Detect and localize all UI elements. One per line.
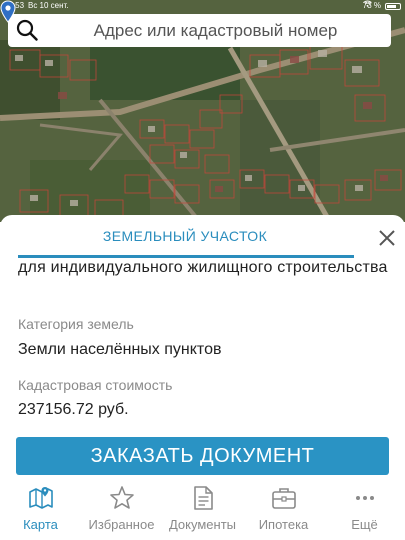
land-category-value: Земли населённых пунктов bbox=[18, 341, 222, 358]
status-bar: 22:53 Вс 10 сент. 73 % bbox=[0, 0, 405, 12]
battery-icon bbox=[385, 2, 401, 10]
cadastral-cost-value: 237156.72 руб. bbox=[18, 401, 129, 418]
order-document-button[interactable]: ЗАКАЗАТЬ ДОКУМЕНТ bbox=[16, 437, 389, 475]
search-bar[interactable] bbox=[8, 14, 391, 47]
tab-label: Документы bbox=[168, 517, 236, 532]
tab-label: Избранное bbox=[88, 517, 155, 532]
search-icon[interactable] bbox=[16, 19, 38, 41]
star-icon bbox=[109, 486, 134, 509]
land-category-label: Категория земель bbox=[18, 316, 134, 332]
location-pin-icon[interactable] bbox=[0, 0, 16, 24]
tab-bar: Карта Избранное Документы Ипотека Ещё bbox=[0, 480, 405, 540]
sheet-title: ЗЕМЕЛЬНЫЙ УЧАСТОК bbox=[102, 228, 268, 244]
status-right: 73 % bbox=[363, 0, 401, 12]
tab-more[interactable]: Ещё bbox=[324, 484, 405, 532]
tab-label: Ипотека bbox=[258, 517, 309, 532]
map-icon bbox=[28, 487, 53, 509]
close-icon[interactable] bbox=[376, 227, 398, 249]
tab-documents[interactable]: Документы bbox=[162, 484, 243, 532]
tab-mortgage[interactable]: Ипотека bbox=[243, 484, 324, 532]
tab-label: Ещё bbox=[351, 517, 378, 532]
wifi-icon bbox=[362, 0, 372, 7]
tab-map[interactable]: Карта bbox=[0, 484, 81, 532]
search-input[interactable] bbox=[48, 14, 383, 47]
permitted-use-text: для индивидуального жилищного строительс… bbox=[18, 259, 388, 276]
more-icon bbox=[355, 496, 374, 500]
satellite-map[interactable]: 22:53 Вс 10 сент. 73 % bbox=[0, 0, 405, 222]
tab-label: Карта bbox=[23, 517, 58, 532]
tab-favorites[interactable]: Избранное bbox=[81, 484, 162, 532]
briefcase-icon bbox=[271, 488, 296, 509]
document-icon bbox=[193, 486, 213, 510]
cadastral-cost-label: Кадастровая стоимость bbox=[18, 377, 173, 393]
status-date: Вс 10 сент. bbox=[28, 1, 69, 10]
